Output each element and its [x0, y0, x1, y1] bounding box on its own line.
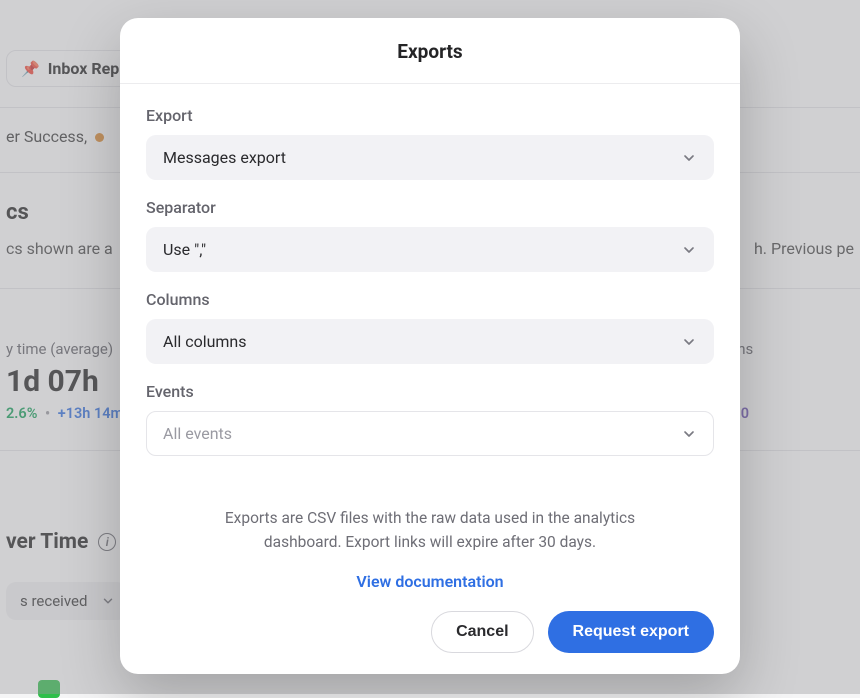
chevron-down-icon [681, 242, 697, 258]
chevron-down-icon [681, 334, 697, 350]
columns-select-value: All columns [163, 332, 247, 351]
modal-title: Exports [120, 40, 740, 63]
export-hint: Exports are CSV files with the raw data … [146, 506, 714, 554]
pinned-tab[interactable]: 📌 Inbox Rep [6, 50, 134, 87]
events-label: Events [146, 382, 714, 401]
filter-text-fragment: er Success, [6, 127, 87, 146]
events-select-placeholder: All events [163, 424, 232, 443]
columns-select[interactable]: All columns [146, 319, 714, 364]
export-label: Export [146, 106, 714, 125]
pinned-tab-label: Inbox Rep [48, 59, 120, 78]
request-export-button[interactable]: Request export [548, 611, 714, 653]
view-documentation-link[interactable]: View documentation [146, 572, 714, 591]
modal-footer: Cancel Request export [120, 591, 740, 674]
metric-delta-pct: 2.6% [6, 405, 37, 422]
info-icon[interactable]: i [98, 533, 116, 551]
export-select[interactable]: Messages export [146, 135, 714, 180]
status-dot-icon [95, 133, 104, 142]
modal-body: Export Messages export Separator Use ","… [120, 84, 740, 591]
modal-header: Exports [120, 18, 740, 84]
columns-label: Columns [146, 290, 714, 309]
export-select-value: Messages export [163, 148, 286, 167]
separator-select-value: Use "," [163, 240, 206, 259]
select-value: s received [20, 592, 87, 610]
chevron-down-icon [681, 426, 697, 442]
chevron-down-icon [681, 150, 697, 166]
over-time-metric-select[interactable]: s received [6, 582, 127, 620]
events-select[interactable]: All events [146, 411, 714, 456]
metric-delta-abs: +13h 14m [58, 405, 123, 422]
pin-icon: 📌 [21, 60, 40, 78]
separator-label: Separator [146, 198, 714, 217]
legend-swatch [38, 680, 60, 698]
cancel-button[interactable]: Cancel [431, 611, 533, 653]
separator-select[interactable]: Use "," [146, 227, 714, 272]
exports-modal: Exports Export Messages export Separator… [120, 18, 740, 674]
chevron-down-icon [101, 594, 115, 608]
